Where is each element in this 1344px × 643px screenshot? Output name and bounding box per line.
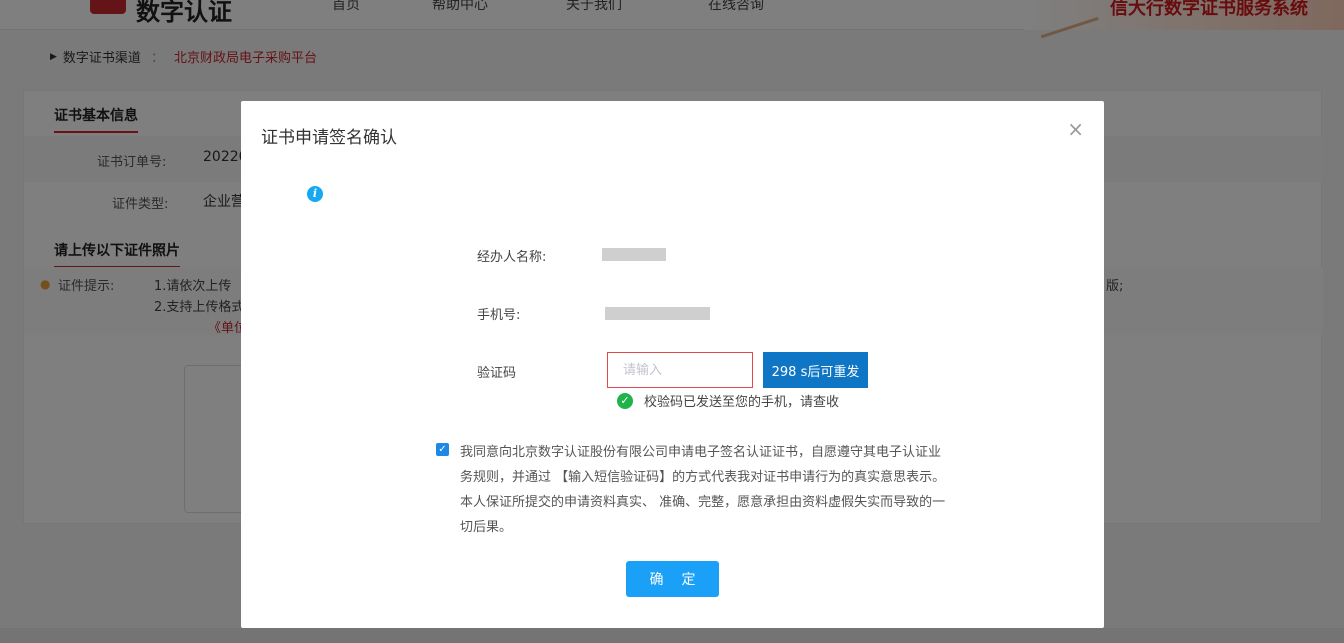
phone-value-redacted — [605, 307, 710, 320]
dialog-title: 证书申请签名确认 — [261, 128, 397, 148]
code-label: 验证码 — [477, 366, 517, 381]
info-icon: i — [307, 186, 323, 202]
verification-code-input[interactable] — [607, 352, 753, 388]
sign-confirm-dialog: 证书申请签名确认 × i 经办人名称: 手机号: 验证码 298 s后可重发 ✓… — [241, 101, 1104, 628]
page: 数字认证 首页 帮助中心 关于我们 在线咨询 信大行数字证书服务系统 ▶ 数字证… — [0, 0, 1344, 643]
code-sent-text: 校验码已发送至您的手机，请查收 — [644, 395, 840, 410]
code-sent-message: ✓ 校验码已发送至您的手机，请查收 — [617, 391, 839, 410]
agreement-text: 我同意向北京数字认证股份有限公司申请电子签名认证证书，自愿遵守其电子认证业务规则… — [460, 445, 946, 535]
phone-label: 手机号: — [477, 308, 521, 323]
resend-code-button[interactable]: 298 s后可重发 — [763, 352, 868, 388]
confirm-button[interactable]: 确定 — [626, 561, 719, 597]
agree-checkbox[interactable]: ✓ — [436, 443, 449, 456]
close-icon[interactable]: × — [1067, 119, 1084, 139]
agent-name-value-redacted — [602, 248, 666, 261]
agent-name-label: 经办人名称: — [477, 250, 547, 265]
check-circle-icon: ✓ — [617, 392, 633, 409]
